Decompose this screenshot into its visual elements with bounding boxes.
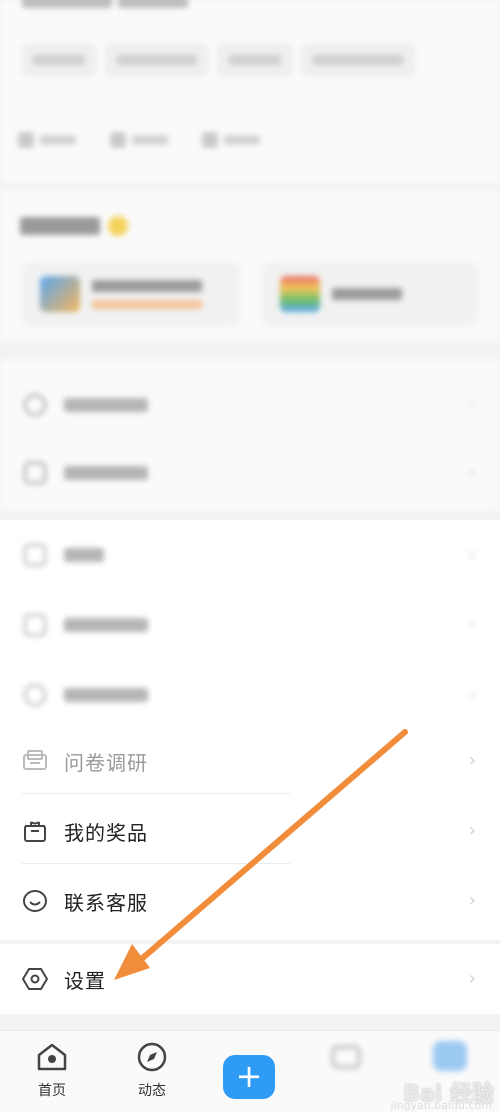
nav-home[interactable]: 首页 (22, 1041, 82, 1100)
nav-feed[interactable]: 动态 (122, 1041, 182, 1100)
avatar (433, 1041, 467, 1071)
home-icon (37, 1043, 67, 1071)
nav-feed-label: 动态 (138, 1083, 166, 1099)
add-post-button[interactable]: + (223, 1055, 275, 1099)
annotation-arrow (114, 729, 408, 980)
nav-home-label: 首页 (38, 1083, 66, 1099)
bottom-nav: 首页 动态 + Bai 经验 jingyan.baidu.com (0, 1030, 500, 1112)
nav-profile[interactable] (420, 1041, 480, 1071)
compass-icon (137, 1042, 167, 1072)
watermark-url: jingyan.baidu.com (390, 1099, 492, 1112)
nav-messages[interactable] (316, 1041, 376, 1077)
message-icon (331, 1045, 361, 1069)
